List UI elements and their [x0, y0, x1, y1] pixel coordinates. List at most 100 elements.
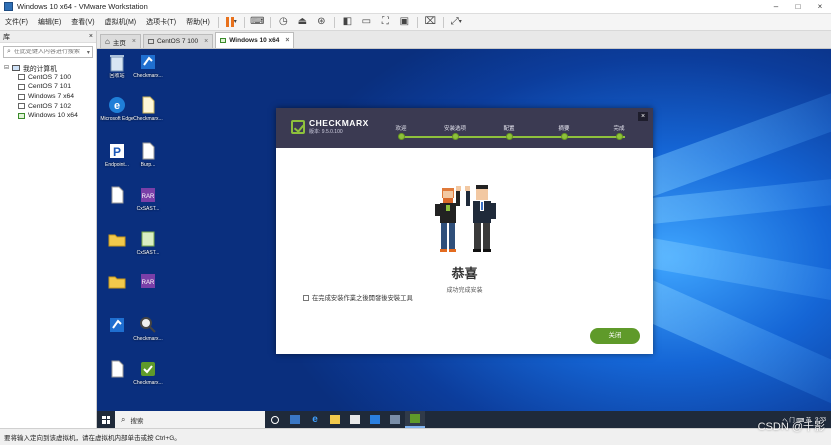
vm-icon — [147, 39, 154, 44]
app-p-icon: P — [110, 144, 124, 159]
document-icon — [142, 96, 155, 114]
task-view-button[interactable] — [265, 411, 285, 428]
desktop-icon-label: Checkmarx... — [133, 116, 163, 122]
desktop-icon-document[interactable]: Burp... — [130, 141, 166, 168]
guest-desktop[interactable]: 回收站 e Microsoft Edge P Endpoint... Check… — [97, 49, 831, 428]
launch-tools-checkbox[interactable] — [303, 294, 309, 301]
desktop-icon-label: Checkmarx... — [133, 380, 163, 386]
launch-tools-checkbox-label: 在完成安装作業之後開發後安裝工具 — [312, 295, 413, 302]
checkmarx-icon — [141, 362, 155, 376]
tree-node-vm-running[interactable]: Windows 10 x64 — [4, 111, 96, 121]
stretch-icon: ⤢ — [450, 16, 459, 27]
unity-button[interactable]: ▣ — [397, 15, 412, 29]
tab-label: CentOS 7 100 — [156, 38, 199, 45]
step-label: 摘要 — [558, 126, 570, 132]
minimize-button[interactable]: – — [765, 2, 787, 11]
tab-close-button[interactable]: × — [132, 38, 136, 45]
taskbar-search-box[interactable]: ⌕ 搜索 — [115, 411, 265, 428]
desktop-icon-rar[interactable]: RAR CxSAST... — [130, 185, 166, 212]
tree-node-vm[interactable]: CentOS 7 102 — [4, 101, 96, 111]
svg-text:e: e — [114, 100, 120, 112]
start-button[interactable] — [97, 411, 115, 428]
taskbar-edge[interactable]: e — [305, 411, 325, 428]
tab-windows-10-x64[interactable]: Windows 10 x64 × — [215, 32, 295, 48]
desktop-icon-label: Burp... — [140, 162, 156, 168]
version-label: 版本: 9.5.0.100 — [309, 129, 343, 135]
menu-help[interactable]: 帮助(H) — [181, 17, 215, 27]
library-close-button[interactable]: × — [89, 33, 93, 40]
fullscreen-button[interactable]: ⛶ — [378, 15, 393, 29]
window-controls: – □ × — [765, 2, 831, 11]
step-options: 安装选项 — [435, 124, 475, 140]
magnifier-icon — [140, 317, 156, 333]
vmware-status-bar: 要将输入定向到该虚拟机，请在虚拟机内部单击或按 Ctrl+G。 — [0, 428, 831, 445]
install-steps: 欢迎 安装选项 配置 摘要 完成 — [394, 124, 630, 144]
window-icon: ▭ — [361, 16, 372, 27]
tree-node-vm[interactable]: CentOS 7 100 — [4, 73, 96, 83]
installer-close-button[interactable]: × — [638, 112, 648, 121]
step-finish: 完成 — [599, 124, 639, 140]
tree-node-my-computer[interactable]: ⊟ 我的计算机 — [4, 63, 96, 73]
zip-archive-icon — [110, 318, 124, 332]
taskbar-app-settings[interactable] — [385, 411, 405, 428]
terminal-icon: ⌧ — [424, 16, 437, 27]
taskbar-mail[interactable] — [365, 411, 385, 428]
toolbar-divider — [442, 16, 444, 28]
library-search-input[interactable] — [13, 49, 84, 55]
chevron-down-icon[interactable]: ▾ — [87, 49, 90, 56]
desktop-icon-label: CxSAST... — [136, 206, 160, 212]
menu-edit[interactable]: 编辑(E) — [33, 17, 66, 27]
checkmarx-logo-icon — [291, 119, 305, 134]
revert-icon: ⏏ — [297, 16, 308, 27]
checkmarx-installer-window: CHECKMARX 版本: 9.5.0.100 欢迎 安装选项 配置 摘要 完成… — [276, 108, 653, 354]
desktop-icon-installer[interactable]: CxSAST... — [130, 229, 166, 256]
collapse-icon[interactable]: ⊟ — [4, 64, 9, 71]
snapshot-manager-button[interactable]: ⊛ — [314, 15, 329, 29]
grid-icon — [290, 415, 300, 424]
clock-icon: ◷ — [278, 16, 288, 27]
taskbar-store[interactable] — [345, 411, 365, 428]
installer-finish-close-button[interactable]: 关闭 — [590, 328, 640, 344]
tree-node-vm[interactable]: CentOS 7 101 — [4, 82, 96, 92]
desktop-icon-zip[interactable]: Checkmarx... — [130, 52, 166, 79]
tab-close-button[interactable]: × — [285, 37, 289, 44]
library-toggle-button[interactable]: ◧ — [340, 15, 355, 29]
maximize-button[interactable]: □ — [787, 2, 809, 11]
fullscreen-icon: ⛶ — [381, 16, 389, 27]
tree-node-vm[interactable]: Windows 7 x64 — [4, 92, 96, 102]
tab-home[interactable]: ⌂ 主页 × — [100, 34, 141, 48]
send-ctrl-alt-del-button[interactable]: ⌨ — [250, 15, 265, 29]
edge-icon: e — [109, 97, 125, 113]
desktop-icon-rar[interactable]: RAR — [130, 271, 166, 292]
step-label: 配置 — [503, 126, 515, 132]
task-view-icon — [271, 415, 279, 424]
menu-tabs[interactable]: 选项卡(T) — [141, 17, 181, 27]
home-icon: ⌂ — [105, 37, 110, 46]
taskbar-file-explorer[interactable] — [325, 411, 345, 428]
vm-label: CentOS 7 100 — [28, 73, 72, 81]
tab-centos-7-100[interactable]: CentOS 7 100 × — [142, 34, 214, 48]
step-dot — [615, 133, 623, 140]
pause-button[interactable]: ▾ — [224, 15, 239, 29]
vm-icon — [18, 93, 25, 100]
step-dot — [397, 133, 405, 140]
desktop-icon-checkmarx[interactable]: Checkmarx... — [130, 359, 166, 386]
menu-vm[interactable]: 虚拟机(M) — [100, 17, 142, 27]
console-button[interactable]: ⌧ — [423, 15, 438, 29]
desktop-icon-document[interactable]: Checkmarx... — [130, 95, 166, 122]
desktop-icon-checkmarx-audit[interactable]: Checkmarx... — [130, 315, 166, 342]
launch-tools-checkbox-row[interactable]: 在完成安装作業之後開發後安裝工具 — [303, 293, 413, 302]
tab-close-button[interactable]: × — [204, 38, 208, 45]
taskbar-checkmarx[interactable] — [405, 411, 425, 428]
mail-icon — [370, 415, 380, 424]
revert-snapshot-button[interactable]: ⏏ — [295, 15, 310, 29]
snapshot-button[interactable]: ◷ — [276, 15, 291, 29]
close-button[interactable]: × — [809, 2, 831, 11]
thumbnail-button[interactable]: ▭ — [359, 15, 374, 29]
menu-view[interactable]: 查看(V) — [66, 17, 99, 27]
taskbar-task-manager[interactable] — [285, 411, 305, 428]
menu-file[interactable]: 文件(F) — [0, 17, 33, 27]
window-title: Windows 10 x64 - VMware Workstation — [17, 2, 148, 11]
unity-icon: ▣ — [399, 16, 410, 27]
stretch-button[interactable]: ⤢ ▾ — [449, 15, 464, 29]
